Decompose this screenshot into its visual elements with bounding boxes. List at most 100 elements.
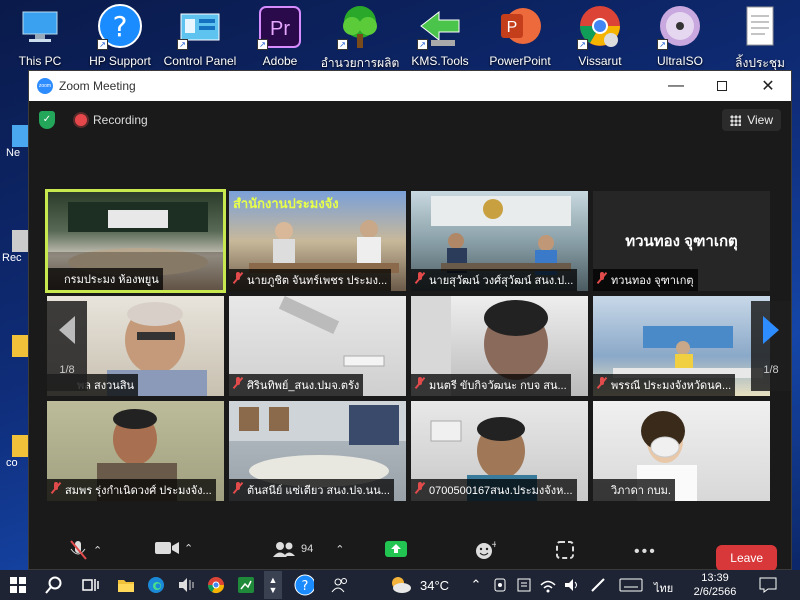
- next-page-button[interactable]: 1/8: [751, 301, 791, 391]
- touch-keyboard-icon[interactable]: [618, 575, 644, 595]
- media-app-button[interactable]: [176, 575, 196, 595]
- task-view-button[interactable]: [80, 575, 100, 595]
- people-button[interactable]: [330, 575, 350, 595]
- chevron-right-icon: [763, 316, 779, 344]
- weather-icon[interactable]: [388, 575, 412, 595]
- wifi-icon[interactable]: [538, 575, 558, 595]
- muted-mic-icon: [415, 377, 425, 389]
- zoom-taskbar-button[interactable]: ?: [294, 574, 314, 596]
- clock[interactable]: 13:39 2/6/2566: [690, 571, 740, 599]
- document-icon: [737, 4, 783, 50]
- minimize-icon: —: [668, 77, 684, 94]
- maximize-icon: [717, 81, 727, 91]
- temperature-label[interactable]: 34°C: [420, 578, 449, 593]
- participant-tile[interactable]: สำนักงานประมงจัง นายภูชิต จันทร์เพชร ประ…: [229, 191, 406, 291]
- muted-mic-icon: [415, 482, 425, 494]
- unmute-button[interactable]: ⌃: [67, 539, 102, 561]
- desktop-icons: This PC ? ↗ HP Support ↗ Control Panel P…: [0, 0, 800, 74]
- apps-icon: [556, 541, 574, 559]
- desktop-icon-label: Control Panel: [163, 54, 237, 68]
- desktop-icon-control-panel[interactable]: ↗ Control Panel: [160, 4, 240, 68]
- close-button[interactable]: ✕: [745, 71, 791, 101]
- page-indicator: 1/8: [763, 364, 779, 376]
- view-button[interactable]: View: [722, 109, 781, 131]
- desktop-icon-tree[interactable]: ↗ อำนวยการผลิต: [320, 4, 400, 73]
- recording-icon: [75, 114, 87, 126]
- participant-tile[interactable]: กรมประมง ห้องพยูน: [45, 189, 226, 293]
- excel-taskbar-button[interactable]: [236, 575, 256, 595]
- participant-tile[interactable]: สมพร รุ่งกำเนิดวงศ์ ประมงจัง...: [47, 401, 224, 501]
- participant-name: ทวนทอง จุฑาเกตุ: [593, 269, 698, 291]
- security-shield-icon[interactable]: ✓: [39, 111, 55, 129]
- shortcut-arrow-icon: ↗: [577, 39, 588, 50]
- participant-tile[interactable]: มนตรี ขับกิจวัฒนะ กบจ สน...: [411, 296, 588, 396]
- edge-browser-icon: [148, 577, 164, 593]
- participant-tile[interactable]: ต้นสนีย์ แซ่เตียว สนง.ปจ.นน...: [229, 401, 406, 501]
- start-button[interactable]: [8, 575, 28, 595]
- pen-tray-icon[interactable]: [588, 575, 608, 595]
- participant-tile[interactable]: ทวนทอง จุฑาเกตุ ทวนทอง จุฑาเกตุ: [593, 191, 770, 291]
- chrome-taskbar-button[interactable]: [206, 575, 226, 595]
- desktop-icon-adobe[interactable]: Pr ↗ Adobe: [240, 4, 320, 68]
- desktop-icon-vissarut[interactable]: ↗ Vissarut: [560, 4, 640, 68]
- zoom-logo-icon: zoom: [37, 78, 53, 94]
- folder-icon: [12, 435, 28, 457]
- chevron-up-icon[interactable]: ⌃: [335, 543, 344, 556]
- audio-equalizer-icon: [179, 578, 194, 592]
- notifications-button[interactable]: [758, 575, 778, 595]
- search-button[interactable]: [44, 575, 64, 595]
- more-button[interactable]: •••: [634, 543, 657, 561]
- volume-icon[interactable]: [562, 575, 582, 595]
- chevron-up-icon[interactable]: ⌃: [93, 544, 102, 557]
- clock-time: 13:39: [701, 572, 729, 584]
- grid-view-icon: [730, 114, 742, 126]
- participant-tile[interactable]: วิภาดา กบม.: [593, 401, 770, 501]
- recording-label[interactable]: Recording: [93, 113, 148, 127]
- desktop-icon-powerpoint[interactable]: P PowerPoint: [480, 4, 560, 68]
- leave-button[interactable]: Leave: [716, 545, 777, 571]
- apps-button[interactable]: [554, 539, 576, 561]
- window-titlebar[interactable]: zoom Zoom Meeting — ✕: [29, 71, 791, 101]
- desktop-icon-kms-tools[interactable]: ↗ KMS.Tools: [400, 4, 480, 68]
- participant-tile[interactable]: ศิรินทิพย์_สนง.ปมจ.ตรัง: [229, 296, 406, 396]
- input-language-indicator[interactable]: ไทย: [654, 579, 673, 597]
- previous-page-button[interactable]: 1/8: [47, 301, 87, 391]
- file-explorer-button[interactable]: [116, 575, 136, 595]
- shortcut-arrow-icon: ↗: [337, 39, 348, 50]
- desktop-icon-hp-support[interactable]: ? ↗ HP Support: [80, 4, 160, 68]
- network-icon: [12, 125, 28, 147]
- chevron-updown-icon: ▲ ▼: [268, 575, 278, 595]
- participant-name: 0700500167สนง.ประมงจังห...: [411, 479, 577, 501]
- desktop-icon-ultraiso[interactable]: ↗ UltraISO: [640, 4, 720, 68]
- edge-button[interactable]: [146, 575, 166, 595]
- share-screen-icon: [385, 541, 407, 557]
- participant-name: วิภาดา กบม.: [593, 479, 675, 501]
- show-hidden-icons-button[interactable]: ⌃: [466, 575, 486, 595]
- search-icon: [45, 576, 62, 594]
- participant-tile[interactable]: นายสุวัฒน์ วงศ์สุวัฒน์ สนง.ป...: [411, 191, 588, 291]
- minimize-button[interactable]: —: [653, 71, 699, 101]
- desktop-icon-document[interactable]: ลิ้งประชุม: [720, 4, 800, 73]
- video-gallery: กรมประมง ห้องพยูน สำนักงานประมงจัง นายภู…: [45, 189, 791, 501]
- participant-name: นายภูชิต จันทร์เพชร ประมง...: [229, 269, 392, 291]
- start-video-button[interactable]: ⌃: [154, 539, 193, 557]
- shortcut-arrow-icon: ↗: [257, 39, 268, 50]
- chrome-icon: [207, 577, 225, 594]
- participant-tile[interactable]: พรรณี ประมงจังหวัดนค...: [593, 296, 770, 396]
- desktop-icon-this-pc[interactable]: This PC: [0, 4, 80, 68]
- taskbar-overflow-button[interactable]: ▲ ▼: [264, 571, 282, 599]
- camera-tray-icon[interactable]: [490, 575, 510, 595]
- reactions-button[interactable]: +: [474, 539, 496, 561]
- onedrive-tray-icon[interactable]: [514, 575, 534, 595]
- premiere-pro-icon: Pr ↗: [257, 4, 303, 50]
- muted-mic-icon: [597, 377, 607, 389]
- help-question-icon: ? ↗: [97, 4, 143, 50]
- participant-tile[interactable]: 0700500167สนง.ประมงจังห...: [411, 401, 588, 501]
- chevron-up-icon[interactable]: ⌃: [184, 542, 193, 555]
- muted-mic-icon: [415, 272, 425, 284]
- participants-button[interactable]: 94 ⌃: [271, 539, 344, 559]
- left-desktop-icons: Ne Rec co: [0, 95, 28, 555]
- meeting-topbar: ✓ Recording View: [29, 101, 791, 139]
- maximize-button[interactable]: [699, 71, 745, 101]
- share-screen-button[interactable]: [384, 539, 408, 559]
